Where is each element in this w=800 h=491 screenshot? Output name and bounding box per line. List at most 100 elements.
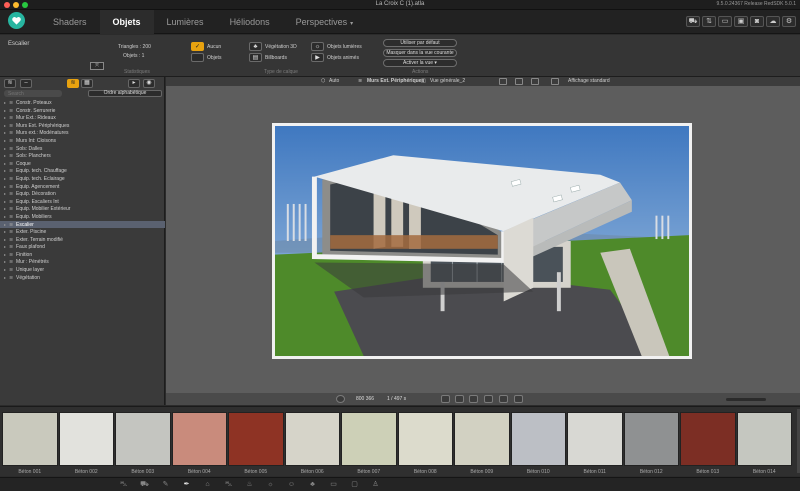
- collapse-icon[interactable]: –: [20, 79, 32, 88]
- layer-item[interactable]: ▸ ≋ Sols: Dalles: [0, 145, 165, 153]
- layer-item[interactable]: ▸ ≋ Faux plafond: [0, 243, 165, 251]
- material-swatch[interactable]: Béton 005: [228, 412, 284, 476]
- layer-item[interactable]: ▸ ≋ Constr. Poteaux: [0, 99, 165, 107]
- tab-heliodons[interactable]: Héliodons: [217, 10, 283, 34]
- layer-item[interactable]: ▸ ≋ Mur Ext.: Rideaux: [0, 114, 165, 122]
- material-swatch[interactable]: Béton 011: [567, 412, 623, 476]
- type-vegetation-option[interactable]: ♣ Végétation 3D: [249, 42, 297, 51]
- layer-item[interactable]: ▸ ≋ Murs Ext. Périphériques: [0, 122, 165, 130]
- info-icon[interactable]: [514, 395, 523, 403]
- material-swatch[interactable]: Béton 001: [2, 412, 58, 476]
- material-swatch[interactable]: Béton 007: [341, 412, 397, 476]
- type-objets-animes-option[interactable]: ▶ Objets animés: [311, 53, 359, 62]
- material-swatch[interactable]: Béton 014: [736, 412, 792, 476]
- type-billboards-option[interactable]: ▤ Billboards: [249, 53, 287, 62]
- crop-icon[interactable]: [469, 395, 478, 403]
- resolution-label[interactable]: 800 366: [356, 396, 374, 402]
- layer-item[interactable]: ▸ ≋ Végétation: [0, 274, 165, 282]
- material-swatch[interactable]: Béton 002: [58, 412, 114, 476]
- grid-view-icon[interactable]: [531, 78, 539, 85]
- camera-icon[interactable]: ◙: [750, 16, 764, 27]
- layer-item[interactable]: ▸ ≋ Exter. Piscine: [0, 228, 165, 236]
- person-icon[interactable]: ☺: [286, 480, 297, 489]
- display-mode-icon[interactable]: [551, 78, 559, 85]
- layer-item[interactable]: ▸ ≋ Murs Int: Cloisons: [0, 137, 165, 145]
- stats-export-icon[interactable]: ⤧: [90, 62, 104, 70]
- layer-item[interactable]: ▸ ≋ Murs ext.: Modénatures: [0, 129, 165, 137]
- layer-item[interactable]: ▸ ≋ Equip. Mobilier Extérieur: [0, 205, 165, 213]
- bus-icon[interactable]: ⛟: [139, 480, 150, 489]
- layer-item[interactable]: ▸ ≋ Finition: [0, 251, 165, 259]
- layer-item[interactable]: ▸ ≋ Equip. tech. Chauffage: [0, 167, 165, 175]
- auto-label[interactable]: Auto: [329, 78, 339, 84]
- layer-item[interactable]: ▸ ≋ Mur : Pénétrés: [0, 258, 165, 266]
- sync-icon[interactable]: ⇅: [702, 16, 716, 27]
- brush-icon[interactable]: ✎: [160, 480, 171, 489]
- material-swatch[interactable]: Béton 012: [623, 412, 679, 476]
- type-objets-option[interactable]: Objets: [191, 53, 221, 62]
- lamp-icon[interactable]: ♨: [244, 480, 255, 489]
- cart-icon[interactable]: ⛟: [686, 16, 700, 27]
- sort-select[interactable]: Ordre alphabétique: [88, 90, 162, 97]
- active-layer-label[interactable]: Murs Ext. Périphériques: [367, 78, 424, 84]
- auto-icon[interactable]: ⬡: [321, 78, 325, 84]
- person-walk-icon[interactable]: ♙: [370, 480, 381, 489]
- layer-item[interactable]: ▸ ≋ Equip. Escaliers Int: [0, 198, 165, 206]
- layer-search-input[interactable]: [4, 90, 62, 97]
- tab-shaders[interactable]: Shaders: [40, 10, 100, 34]
- type-aucun-option[interactable]: ✓ Aucun: [191, 42, 221, 51]
- layer-item[interactable]: ▸ ≋ Coque: [0, 160, 165, 168]
- material-swatch[interactable]: Béton 010: [510, 412, 566, 476]
- pen-icon[interactable]: ✒: [181, 480, 192, 489]
- fit-view-icon[interactable]: [499, 78, 507, 85]
- layers-active-icon[interactable]: ≋: [67, 79, 79, 88]
- refresh-icon[interactable]: [499, 395, 508, 403]
- cloud-icon[interactable]: ☁: [766, 16, 780, 27]
- compare-icon[interactable]: [484, 395, 493, 403]
- search-icon[interactable]: [455, 395, 464, 403]
- layer-item[interactable]: ▸ ≋ Equip. Mobiliers: [0, 213, 165, 221]
- material-swatch[interactable]: Béton 008: [397, 412, 453, 476]
- material-swatch[interactable]: Béton 006: [284, 412, 340, 476]
- layer-item[interactable]: ▸ ≋ Escalier: [0, 220, 165, 229]
- material-swatch[interactable]: Béton 003: [115, 412, 171, 476]
- type-objets-lumieres-option[interactable]: ☼ Objets lumières: [311, 42, 362, 51]
- layer-item[interactable]: ▸ ≋ Equip. tech. Eclairage: [0, 175, 165, 183]
- expand-view-icon[interactable]: [515, 78, 523, 85]
- building-icon[interactable]: ⌂: [202, 480, 213, 489]
- layer-item[interactable]: ▸ ≋ Unique layer: [0, 266, 165, 274]
- layer-item[interactable]: ▸ ≋ Constr. Serrurerie: [0, 107, 165, 115]
- material-swatch[interactable]: Béton 004: [171, 412, 227, 476]
- frame-info-label[interactable]: 1 / 497 s: [387, 396, 406, 402]
- layers-icon[interactable]: ≋: [4, 79, 16, 88]
- settings-icon[interactable]: [336, 395, 345, 403]
- layer-item[interactable]: ▸ ≋ Sols: Planchers: [0, 152, 165, 160]
- display-mode-label[interactable]: Affichage standard: [568, 78, 610, 84]
- layer-item[interactable]: ▸ ≋ Equip. Décoration: [0, 190, 165, 198]
- play-icon[interactable]: ▸: [128, 79, 140, 88]
- list-icon[interactable]: ▦: [81, 79, 93, 88]
- tab-perspectives[interactable]: Perspectives ▾: [283, 10, 367, 34]
- eye-icon[interactable]: ◉: [143, 79, 155, 88]
- layer-item[interactable]: ▸ ≋ Exter. Terrain modifié: [0, 236, 165, 244]
- undo-icon[interactable]: [441, 395, 450, 403]
- use-default-button[interactable]: Utiliser par défaut: [383, 39, 457, 47]
- material-swatch[interactable]: Béton 009: [454, 412, 510, 476]
- sofa-icon[interactable]: ▭: [328, 480, 339, 489]
- car-front-icon[interactable]: ⛍: [223, 480, 234, 489]
- view-name-label[interactable]: Vue générale_2: [430, 78, 465, 84]
- tab-lumieres[interactable]: Lumières: [154, 10, 217, 34]
- folder-icon[interactable]: ▢: [349, 480, 360, 489]
- light-icon[interactable]: ☼: [265, 480, 276, 489]
- document-icon[interactable]: ▭: [718, 16, 732, 27]
- car-icon[interactable]: ⛍: [118, 480, 129, 489]
- zoom-slider[interactable]: [726, 398, 766, 401]
- layer-item[interactable]: ▸ ≋ Equip. Agencement: [0, 183, 165, 191]
- material-swatch[interactable]: Béton 013: [680, 412, 736, 476]
- hide-in-view-button[interactable]: Masquer dans la vue courante: [383, 49, 457, 57]
- window-icon[interactable]: ▣: [734, 16, 748, 27]
- tab-objets[interactable]: Objets: [99, 10, 154, 34]
- activate-view-button[interactable]: Activer la vue ▾: [383, 59, 457, 67]
- render-image[interactable]: [272, 123, 692, 359]
- tree-icon[interactable]: ♣: [307, 480, 318, 489]
